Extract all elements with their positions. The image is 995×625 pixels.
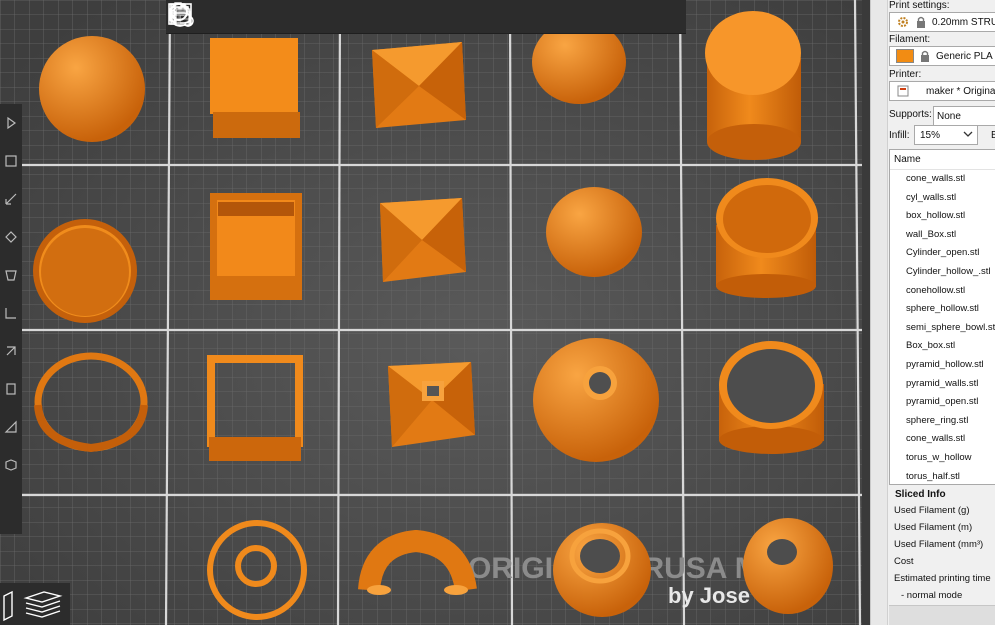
- brim-label-cut: B: [991, 130, 995, 141]
- cone-walls-model[interactable]: [546, 187, 642, 277]
- filament-label: Filament:: [889, 34, 931, 45]
- paste-icon[interactable]: [170, 2, 365, 32]
- bed-edge: [862, 0, 870, 625]
- bed-byline: by Jose: [668, 583, 750, 608]
- arrange-icon[interactable]: [168, 2, 299, 32]
- gear-icon: [896, 15, 910, 29]
- object-list-item[interactable]: conehollow.stl: [890, 282, 995, 301]
- 3d-viewport[interactable]: ORIGINAL PRUSA MK4 by Jose: [0, 0, 870, 625]
- object-list-item[interactable]: wall_Box.stl: [890, 226, 995, 245]
- printer-value: maker * Original: [926, 85, 995, 97]
- sliced-info-line: Cost: [894, 556, 914, 567]
- object-list-item[interactable]: torus_half.stl: [890, 468, 995, 485]
- 3d-view-icon[interactable]: [2, 586, 18, 622]
- object-list-item[interactable]: cone_walls.stl: [890, 430, 995, 449]
- scale-tool-icon[interactable]: [0, 180, 22, 218]
- filament-color-swatch[interactable]: [896, 49, 914, 63]
- preview-layers-icon[interactable]: [18, 586, 64, 622]
- object-list-item[interactable]: cyl_walls.stl: [890, 189, 995, 208]
- printer-combo[interactable]: maker * Original: [889, 81, 995, 101]
- object-list-item[interactable]: semi_sphere_bowl.stl: [890, 319, 995, 338]
- split-objects-icon[interactable]: [170, 2, 464, 32]
- redo-icon[interactable]: [169, 2, 629, 32]
- filament-value: Generic PLA: [936, 50, 993, 62]
- rotate-tool-icon[interactable]: [0, 218, 22, 256]
- left-tool-strip: [0, 104, 22, 534]
- infill-combo[interactable]: 15%: [914, 125, 978, 145]
- sliced-info-title: Sliced Info: [895, 489, 946, 500]
- view-toggle-bar: [0, 583, 70, 625]
- box-hollow-model[interactable]: [210, 193, 302, 300]
- box-model[interactable]: [210, 38, 300, 138]
- search-icon[interactable]: [170, 2, 530, 32]
- undo-icon[interactable]: [168, 2, 596, 32]
- supports-value: None: [937, 110, 961, 122]
- layers-icon[interactable]: [171, 2, 563, 32]
- split-parts-icon[interactable]: P: [170, 2, 497, 32]
- measure-tool-icon[interactable]: [0, 408, 22, 446]
- filament-combo[interactable]: Generic PLA: [889, 46, 995, 66]
- settings-panel: Print settings: 0.20mm STRUCT Filament: …: [870, 0, 995, 625]
- delete-all-icon[interactable]: [172, 2, 266, 32]
- cone-hollow-model[interactable]: [533, 338, 659, 462]
- cylinder-open-model[interactable]: [716, 178, 818, 298]
- object-list-item[interactable]: cone_walls.stl: [890, 170, 995, 189]
- infill-value: 15%: [920, 129, 941, 141]
- copy-icon[interactable]: [169, 2, 332, 32]
- object-list-item[interactable]: torus_w_hollow: [890, 449, 995, 468]
- emboss-tool-icon[interactable]: [0, 446, 22, 484]
- sliced-info-line: Used Filament (g): [894, 505, 970, 516]
- paint-supports-icon[interactable]: [0, 332, 22, 370]
- cut-tool-icon[interactable]: [0, 294, 22, 332]
- object-list-item[interactable]: Cylinder_hollow_.stl: [890, 263, 995, 282]
- sliced-info-line: - normal mode: [901, 590, 963, 601]
- torus-hollow-model[interactable]: [553, 523, 651, 617]
- pyramid-walls-model[interactable]: [380, 198, 466, 282]
- cylinder-hollow-model[interactable]: [719, 341, 824, 454]
- print-bed-scene[interactable]: ORIGINAL PRUSA MK4 by Jose: [0, 0, 870, 625]
- remove-instance-icon[interactable]: [169, 2, 431, 32]
- sliced-info: Sliced Info Used Filament (g) Used Filame…: [889, 487, 995, 604]
- print-settings-value: 0.20mm STRUCT: [932, 16, 995, 28]
- sliced-info-line: Estimated printing time: [894, 573, 991, 584]
- add-instance-icon[interactable]: [169, 2, 398, 32]
- object-list-item[interactable]: Box_box.stl: [890, 337, 995, 356]
- sliced-info-line: Used Filament (mm³): [894, 539, 984, 550]
- supports-label: Supports:: [889, 109, 932, 120]
- printer-label: Printer:: [889, 69, 922, 80]
- object-list-item[interactable]: pyramid_walls.stl: [890, 375, 995, 394]
- panel-scroll-strip[interactable]: [871, 0, 888, 625]
- object-list-item[interactable]: Cylinder_open.stl: [890, 244, 995, 263]
- pyramid-model[interactable]: [372, 42, 466, 128]
- semi-sphere-bowl-model[interactable]: [33, 219, 137, 323]
- object-list-item[interactable]: sphere_ring.stl: [890, 412, 995, 431]
- collapse-arrow-icon[interactable]: [0, 104, 22, 142]
- lock-icon: [918, 49, 932, 63]
- place-on-face-icon[interactable]: [0, 256, 22, 294]
- pyramid-hollow-model[interactable]: [388, 362, 475, 447]
- panel-footer: [889, 605, 995, 625]
- torus-model[interactable]: [743, 518, 833, 614]
- top-toolbar: P: [166, 0, 686, 34]
- sliced-info-line: Used Filament (m): [894, 522, 973, 533]
- object-list[interactable]: Name cone_walls.stl cyl_walls.stl box_holl…: [889, 149, 995, 485]
- print-settings-label: Print settings:: [889, 0, 950, 11]
- cylinder-model[interactable]: [705, 11, 801, 160]
- object-list-item[interactable]: box_hollow.stl: [890, 207, 995, 226]
- infill-label: Infill:: [889, 130, 910, 141]
- printer-icon: [896, 84, 910, 98]
- object-list-item[interactable]: pyramid_hollow.stl: [890, 356, 995, 375]
- object-list-header: Name: [890, 150, 995, 170]
- print-settings-combo[interactable]: 0.20mm STRUCT: [889, 12, 995, 32]
- supports-combo[interactable]: None: [933, 106, 995, 126]
- seam-painting-icon[interactable]: [0, 370, 22, 408]
- chevron-down-icon: [963, 130, 977, 141]
- lock-icon: [914, 15, 928, 29]
- object-list-item[interactable]: sphere_hollow.stl: [890, 300, 995, 319]
- move-tool-icon[interactable]: [0, 142, 22, 180]
- delete-icon[interactable]: [169, 2, 233, 32]
- object-list-item[interactable]: pyramid_open.stl: [890, 393, 995, 412]
- sphere-model[interactable]: [39, 36, 145, 142]
